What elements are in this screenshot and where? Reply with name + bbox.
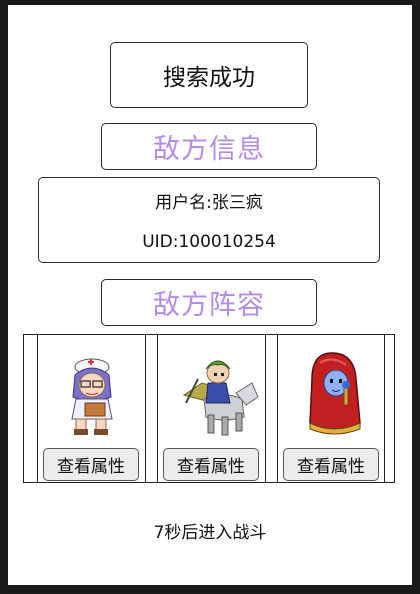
- divider: [277, 335, 278, 482]
- view-attributes-button[interactable]: 查看属性: [43, 448, 139, 481]
- divider: [265, 335, 266, 482]
- divider: [145, 335, 146, 482]
- battle-countdown: 7秒后进入战斗: [153, 523, 267, 543]
- knight-rider-hero-icon: [182, 360, 259, 436]
- enemy-lineup-panel: 查看属性 查看属性 查看属性: [23, 334, 395, 483]
- enemy-username: 用户名:张三疯: [155, 193, 263, 213]
- divider: [384, 335, 385, 482]
- nurse-hero-icon: [71, 358, 113, 435]
- red-hooded-mage-hero-icon: [309, 352, 361, 435]
- screen: 搜索成功 敌方信息 用户名:张三疯 UID:100010254 敌方阵容 查看属…: [8, 5, 412, 585]
- view-attributes-button[interactable]: 查看属性: [283, 448, 379, 481]
- divider: [157, 335, 158, 482]
- enemy-uid: UID:100010254: [142, 232, 276, 252]
- divider: [37, 335, 38, 482]
- enemy-user-card: 用户名:张三疯 UID:100010254: [38, 177, 380, 263]
- enemy-lineup-heading: 敌方阵容: [101, 279, 317, 326]
- enemy-info-heading: 敌方信息: [101, 123, 317, 170]
- view-attributes-button[interactable]: 查看属性: [163, 448, 259, 481]
- search-success-title: 搜索成功: [110, 42, 308, 108]
